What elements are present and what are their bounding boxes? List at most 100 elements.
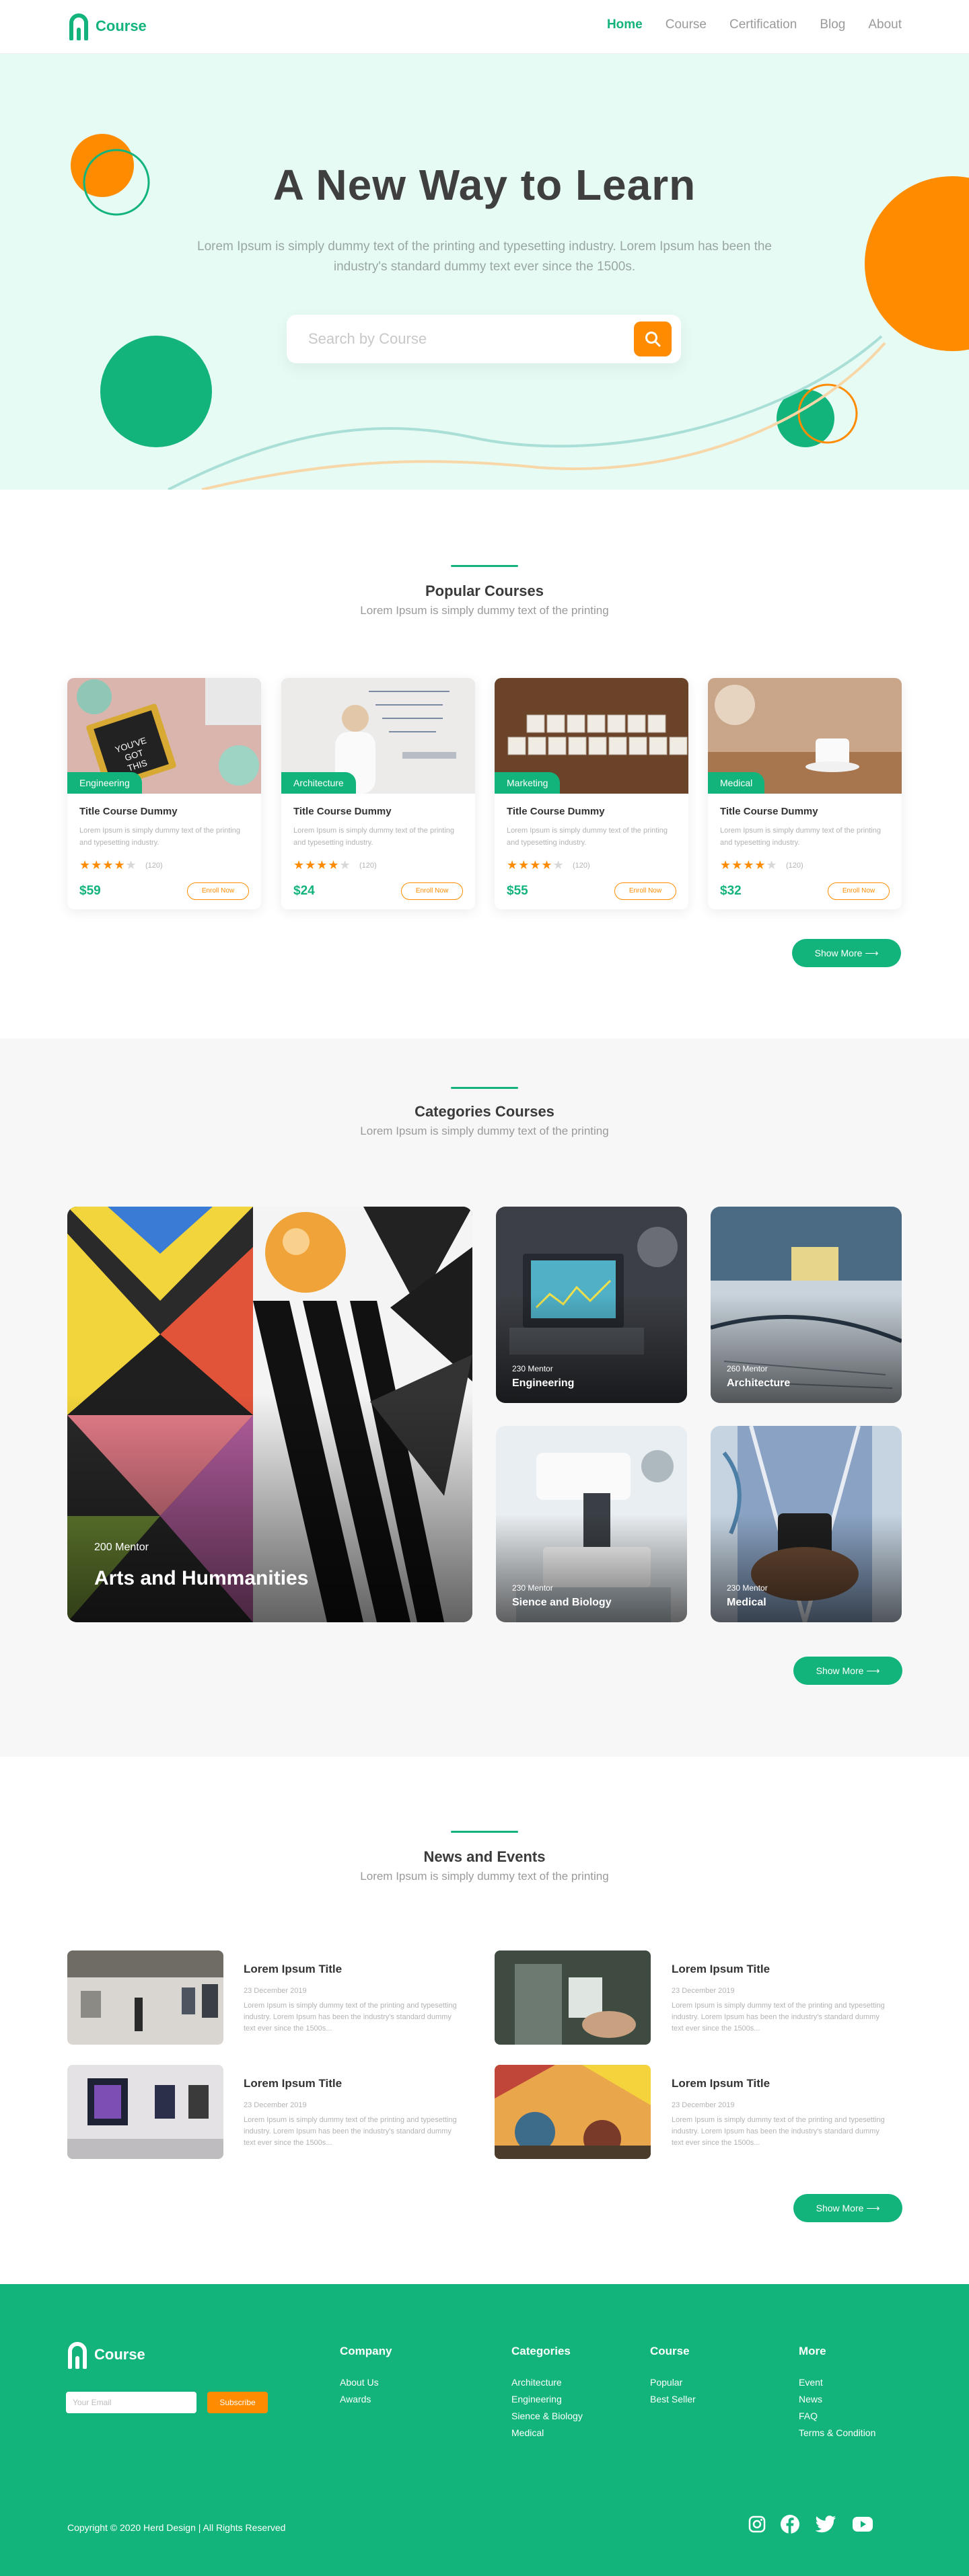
category-name: Sience and Biology: [512, 1597, 612, 1608]
arrow-right-icon: ⟶: [866, 1665, 880, 1676]
nav-home[interactable]: Home: [607, 17, 643, 32]
enroll-button[interactable]: Enroll Now: [828, 882, 890, 900]
category-name: Arts and Hummanities: [94, 1567, 309, 1589]
show-more-label: Show More: [814, 948, 863, 958]
course-title[interactable]: Title Course Dummy: [293, 806, 392, 817]
section-divider: [451, 565, 518, 567]
nav-blog[interactable]: Blog: [820, 17, 845, 32]
footer-link[interactable]: Sience & Biology: [511, 2411, 583, 2421]
course-tag[interactable]: Architecture: [281, 772, 356, 794]
news-subtitle: Lorem Ipsum is simply dummy text of the …: [360, 1870, 609, 1883]
course-description: Lorem Ipsum is simply dummy text of the …: [79, 827, 241, 847]
category-card[interactable]: 230 Mentor Medical: [711, 1426, 902, 1622]
course-card[interactable]: Medical Title Course Dummy Lorem Ipsum i…: [708, 678, 902, 909]
show-more-label: Show More: [816, 1665, 864, 1676]
footer-link[interactable]: FAQ: [799, 2411, 818, 2421]
course-price: $59: [79, 884, 101, 898]
course-price: $32: [720, 884, 742, 898]
enroll-button[interactable]: Enroll Now: [614, 882, 676, 900]
news-item-title[interactable]: Lorem Ipsum Title: [244, 1963, 342, 1976]
course-title[interactable]: Title Course Dummy: [79, 806, 178, 817]
footer-link[interactable]: Engineering: [511, 2394, 562, 2404]
news-item-title[interactable]: Lorem Ipsum Title: [244, 2077, 342, 2090]
show-more-news-button[interactable]: Show More ⟶: [793, 2194, 902, 2222]
rating-count: (120): [145, 862, 163, 870]
news-item-description: Lorem Ipsum is simply dummy text of the …: [244, 2116, 457, 2147]
star-icon: ★★★★: [79, 858, 126, 872]
footer-link[interactable]: Best Seller: [650, 2394, 696, 2404]
footer-logo[interactable]: Course: [66, 2341, 145, 2369]
news-item-description: Lorem Ipsum is simply dummy text of the …: [672, 2002, 885, 2033]
news-item-date: 23 December 2019: [244, 1987, 307, 1995]
news-image[interactable]: [495, 2065, 651, 2159]
nav-certification[interactable]: Certification: [729, 17, 797, 32]
rating-count: (120): [573, 862, 590, 870]
course-tag[interactable]: Engineering: [67, 772, 142, 794]
nav-about[interactable]: About: [868, 17, 902, 32]
footer-column-title: Course: [650, 2345, 690, 2357]
category-card[interactable]: 260 Mentor Architecture: [711, 1207, 902, 1403]
enroll-button[interactable]: Enroll Now: [187, 882, 249, 900]
category-mentor-count: 260 Mentor: [727, 1364, 768, 1373]
category-card[interactable]: 230 Mentor Engineering: [496, 1207, 687, 1403]
nav-course[interactable]: Course: [666, 17, 707, 32]
category-mentor-count: 230 Mentor: [512, 1364, 553, 1373]
footer-column-title: More: [799, 2345, 826, 2357]
star-icon: ★★★★: [507, 858, 553, 872]
section-divider: [451, 1831, 518, 1833]
categories-subtitle: Lorem Ipsum is simply dummy text of the …: [360, 1125, 609, 1137]
footer-link[interactable]: Architecture: [511, 2377, 562, 2388]
news-item-date: 23 December 2019: [672, 1987, 735, 1995]
category-mentor-count: 230 Mentor: [727, 1583, 768, 1593]
star-empty-icon: ★: [339, 858, 351, 872]
footer-link[interactable]: News: [799, 2394, 822, 2404]
course-tag[interactable]: Medical: [708, 772, 765, 794]
footer-link[interactable]: Terms & Condition: [799, 2427, 875, 2438]
news-image[interactable]: [495, 1950, 651, 2045]
course-price: $55: [507, 884, 528, 898]
show-more-categories-button[interactable]: Show More ⟶: [793, 1657, 902, 1685]
course-card[interactable]: Marketing Title Course Dummy Lorem Ipsum…: [495, 678, 688, 909]
twitter-icon[interactable]: [814, 2513, 837, 2536]
news-item-description: Lorem Ipsum is simply dummy text of the …: [672, 2116, 885, 2147]
star-rating: ★★★★★: [293, 858, 351, 872]
footer-link[interactable]: Awards: [340, 2394, 371, 2404]
facebook-icon[interactable]: [779, 2513, 801, 2536]
search-icon: [645, 332, 661, 347]
category-card-large[interactable]: 200 Mentor Arts and Hummanities: [67, 1207, 472, 1622]
course-tag[interactable]: Marketing: [495, 772, 561, 794]
search-input[interactable]: [308, 328, 611, 350]
logo[interactable]: Course: [67, 12, 147, 40]
category-name: Architecture: [727, 1377, 791, 1389]
news-item-title[interactable]: Lorem Ipsum Title: [672, 2077, 770, 2090]
categories-title: Categories Courses: [415, 1103, 554, 1120]
footer: Course Subscribe Company About Us Awards…: [0, 2284, 969, 2576]
email-input[interactable]: [66, 2392, 196, 2413]
show-more-label: Show More: [816, 2203, 864, 2213]
star-rating: ★★★★★: [79, 858, 137, 872]
category-mentor-count: 200 Mentor: [94, 1542, 149, 1553]
youtube-icon[interactable]: [851, 2513, 874, 2536]
category-card[interactable]: 230 Mentor Sience and Biology: [496, 1426, 687, 1622]
footer-link[interactable]: Event: [799, 2377, 823, 2388]
news-item-date: 23 December 2019: [244, 2101, 307, 2109]
course-card[interactable]: YOU'VE GOT THIS Engineering Title Course…: [67, 678, 261, 909]
instagram-icon[interactable]: [746, 2513, 768, 2536]
enroll-button[interactable]: Enroll Now: [401, 882, 463, 900]
news-image[interactable]: [67, 2065, 223, 2159]
logo-text: Course: [94, 2346, 145, 2363]
search-button[interactable]: [634, 321, 672, 356]
course-card[interactable]: Architecture Title Course Dummy Lorem Ip…: [281, 678, 475, 909]
show-more-courses-button[interactable]: Show More ⟶: [792, 939, 901, 967]
news-image[interactable]: [67, 1950, 223, 2045]
footer-link[interactable]: About Us: [340, 2377, 379, 2388]
footer-link[interactable]: Popular: [650, 2377, 682, 2388]
footer-link[interactable]: Medical: [511, 2427, 544, 2438]
course-title[interactable]: Title Course Dummy: [507, 806, 605, 817]
subscribe-button[interactable]: Subscribe: [207, 2392, 268, 2413]
news-item-description: Lorem Ipsum is simply dummy text of the …: [244, 2002, 457, 2033]
news-item-title[interactable]: Lorem Ipsum Title: [672, 1963, 770, 1976]
category-mentor-count: 230 Mentor: [512, 1583, 553, 1593]
course-title[interactable]: Title Course Dummy: [720, 806, 818, 817]
hero-title: A New Way to Learn: [273, 161, 696, 209]
